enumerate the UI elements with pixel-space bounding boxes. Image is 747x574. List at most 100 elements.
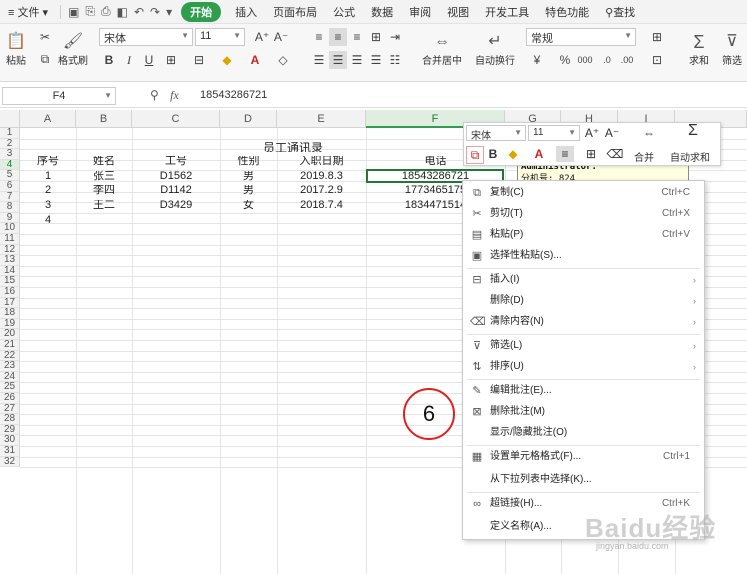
sum-button[interactable]: Σ 求和 (684, 28, 714, 72)
fill-color-icon[interactable]: ◆ (218, 51, 236, 69)
save-icon[interactable]: ▣ (65, 5, 82, 19)
justify-icon[interactable]: ☰ (367, 51, 385, 69)
merge-cells-icon[interactable]: ⊟ (190, 51, 208, 69)
select-all-corner[interactable] (0, 110, 20, 128)
bold-icon[interactable]: B (100, 51, 118, 69)
name-box[interactable]: F4 ▼ (2, 87, 116, 105)
context-item-filter[interactable]: ⊽ 筛选(L) › (463, 336, 704, 356)
table-cell[interactable]: 女 (220, 200, 277, 210)
tab-home[interactable]: 开始 (181, 1, 222, 22)
tab-page-layout[interactable]: 页面布局 (265, 4, 325, 20)
column-header-e[interactable]: E (277, 110, 366, 128)
context-item-insert[interactable]: ⊟ 插入(I) › (463, 270, 704, 290)
search-button[interactable]: ⚲查找 (597, 4, 643, 20)
indent-icon[interactable]: ⇥ (386, 28, 404, 46)
table-cell[interactable]: 2018.7.4 (277, 200, 366, 210)
filter-button[interactable]: ⊽ 筛选 (718, 28, 746, 72)
row-header[interactable]: 26 (0, 392, 20, 404)
table-cell[interactable]: 男 (220, 171, 277, 181)
column-header-b[interactable]: B (76, 110, 132, 128)
table-cell[interactable]: 2017.2.9 (277, 185, 366, 195)
header-cell[interactable]: 性别 (220, 156, 277, 166)
context-item-sort[interactable]: ⇅ 排序(U) › (463, 357, 704, 377)
context-item-format-cells[interactable]: ▦ 设置单元格格式(F)... Ctrl+1 (463, 447, 704, 467)
tab-formulas[interactable]: 公式 (325, 4, 363, 20)
header-cell[interactable]: 入职日期 (277, 156, 366, 166)
context-item-pick-from-list[interactable]: 从下拉列表中选择(K)... (463, 470, 704, 490)
context-item-copy[interactable]: ⧉ 复制(C) Ctrl+C (463, 183, 704, 203)
italic-icon[interactable]: I (120, 51, 138, 69)
font-color-icon[interactable]: A (246, 51, 264, 69)
row-header[interactable]: 6 (0, 180, 20, 192)
context-item-toggle-comment[interactable]: 显示/隐藏批注(O) (463, 423, 704, 443)
header-cell[interactable]: 序号 (20, 156, 76, 166)
table-cell[interactable]: D1142 (132, 185, 220, 195)
print-preview-icon[interactable]: ◧ (114, 5, 131, 19)
merge-center-button[interactable]: ⇔ 合并居中 (418, 28, 466, 72)
quick-access-dropdown-icon[interactable]: ▾ (163, 5, 175, 19)
row-header[interactable]: 11 (0, 233, 20, 245)
row-header[interactable]: 32 (0, 456, 20, 468)
context-item-clear-contents[interactable]: ⌫ 清除内容(N) › (463, 312, 704, 332)
export-pdf-icon[interactable]: ⎘ (82, 4, 98, 19)
increase-decimal-icon[interactable]: .0 (598, 51, 616, 69)
format-brush-icon[interactable]: ⧉ (466, 146, 484, 164)
context-item-cut[interactable]: ✂ 剪切(T) Ctrl+X (463, 204, 704, 224)
table-cell[interactable]: 2019.8.3 (277, 171, 366, 181)
mini-border-icon[interactable]: ⊞ (582, 146, 600, 162)
tab-insert[interactable]: 插入 (227, 4, 265, 20)
align-bottom-icon[interactable]: ≡ (348, 28, 366, 46)
paste-button[interactable]: 📋 粘贴 (2, 28, 30, 72)
table-style-icon[interactable]: ⊞ (648, 28, 666, 46)
column-header-d[interactable]: D (220, 110, 277, 128)
table-cell[interactable]: 张三 (76, 171, 132, 181)
tab-data[interactable]: 数据 (363, 4, 401, 20)
context-item-edit-comment[interactable]: ✎ 编辑批注(E)... (463, 381, 704, 401)
number-format-select[interactable]: 常规 ▼ (526, 28, 636, 46)
tab-view[interactable]: 视图 (439, 4, 477, 20)
table-cell[interactable]: 2 (20, 185, 76, 195)
mini-autosum-label[interactable]: 自动求和 (670, 149, 710, 164)
mini-fill-color-icon[interactable]: ◆ (504, 146, 522, 162)
header-cell[interactable]: 工号 (132, 156, 220, 166)
redo-icon[interactable]: ↷ (147, 5, 163, 19)
formula-input[interactable]: 18543286721 (195, 87, 743, 105)
context-item-paste[interactable]: ▤ 粘贴(P) Ctrl+V (463, 225, 704, 245)
mini-font-name-select[interactable]: 宋体 ▼ (466, 125, 526, 142)
align-right-icon[interactable]: ☰ (348, 51, 366, 69)
menu-file[interactable]: ≡ 文件 ▾ (0, 4, 56, 20)
tab-special-features[interactable]: 特色功能 (537, 4, 597, 20)
mini-merge-icon[interactable]: ⇔ (638, 125, 660, 141)
thousands-separator-icon[interactable]: 000 (576, 51, 594, 69)
context-item-delete-comment[interactable]: ⊠ 删除批注(M) (463, 402, 704, 422)
tab-review[interactable]: 审阅 (401, 4, 439, 20)
print-icon[interactable]: ⎙ (98, 4, 114, 19)
percent-icon[interactable]: % (556, 51, 574, 69)
copy-icon[interactable]: ⧉ (36, 50, 54, 68)
fx-icon[interactable]: fx (170, 88, 179, 102)
undo-icon[interactable]: ↶ (131, 5, 147, 19)
zoom-icon[interactable]: ⚲ (150, 88, 159, 102)
align-middle-icon[interactable]: ≡ (329, 28, 347, 46)
font-size-select[interactable]: 11 ▼ (195, 28, 245, 46)
align-top-icon[interactable]: ≡ (310, 28, 328, 46)
increase-font-icon[interactable]: A⁺ (584, 125, 600, 141)
header-cell[interactable]: 姓名 (76, 156, 132, 166)
context-item-delete[interactable]: 删除(D) › (463, 291, 704, 311)
format-painter-button[interactable]: 🖌 格式刷 (56, 28, 90, 72)
mini-bold-icon[interactable]: B (486, 146, 500, 162)
decrease-decimal-icon[interactable]: .00 (618, 51, 636, 69)
table-cell[interactable]: 李四 (76, 185, 132, 195)
table-cell[interactable]: 4 (20, 215, 76, 225)
row-header[interactable]: 16 (0, 286, 20, 298)
distributed-icon[interactable]: ☷ (386, 51, 404, 69)
align-left-icon[interactable]: ☰ (310, 51, 328, 69)
column-header-c[interactable]: C (132, 110, 220, 128)
table-cell[interactable]: 1 (20, 171, 76, 181)
decrease-font-icon[interactable]: A⁻ (272, 28, 290, 46)
align-center-icon[interactable]: ☰ (329, 51, 347, 69)
tab-developer[interactable]: 开发工具 (477, 4, 537, 20)
mini-font-size-select[interactable]: 11 ▼ (528, 125, 580, 141)
table-cell[interactable]: D1562 (132, 171, 220, 181)
currency-icon[interactable]: ¥ (528, 51, 546, 69)
